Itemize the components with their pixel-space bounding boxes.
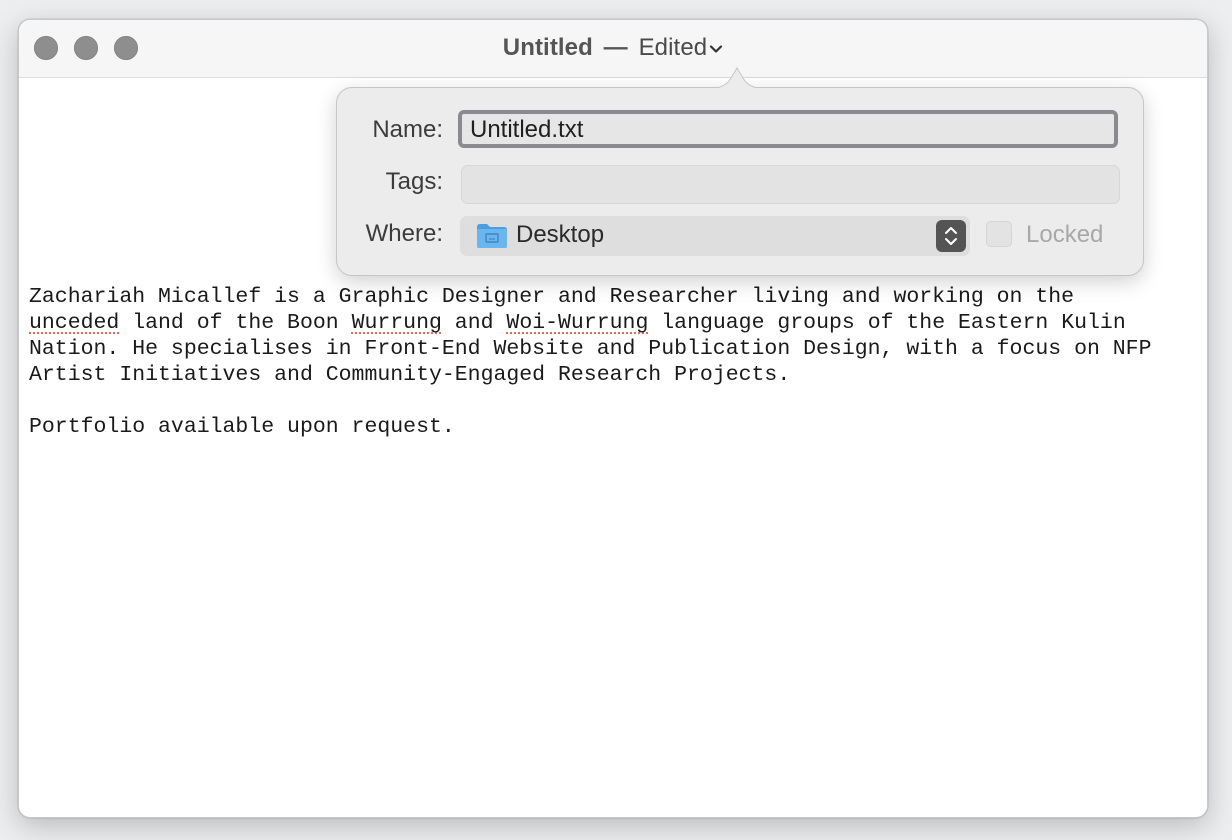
- window-title[interactable]: Untitled — Edited: [19, 34, 1207, 62]
- text-line: unceded land of the Boon Wurrung and Woi…: [29, 310, 1199, 336]
- tags-label: Tags:: [385, 168, 443, 195]
- where-label: Where:: [365, 220, 443, 247]
- document-text-area[interactable]: Zachariah Micallef is a Graphic Designer…: [29, 284, 1199, 440]
- where-selected-value: Desktop: [516, 221, 605, 248]
- save-popover: Name: Untitled.txt Tags: Where: Desktop …: [336, 67, 1144, 276]
- folder-icon: [477, 224, 507, 248]
- text-run: and: [441, 311, 507, 335]
- misspelled-word: unceded: [29, 311, 120, 335]
- locked-label: Locked: [1026, 221, 1104, 248]
- locked-checkbox[interactable]: [986, 221, 1012, 247]
- document-status: Edited: [638, 34, 708, 61]
- popover-arrow: [706, 67, 768, 91]
- up-down-chevron-icon[interactable]: [936, 220, 966, 252]
- text-run: land of the Boon: [119, 311, 352, 335]
- title-bar[interactable]: Untitled — Edited: [19, 20, 1207, 78]
- title-separator: —: [603, 34, 628, 61]
- tags-input[interactable]: [461, 165, 1120, 204]
- name-label: Name:: [372, 116, 443, 143]
- chevron-down-icon[interactable]: [709, 42, 723, 56]
- document-name: Untitled: [502, 34, 593, 61]
- misspelled-word: Woi-Wurrung: [506, 311, 649, 335]
- text-line: Portfolio available upon request.: [29, 415, 455, 439]
- text-line: [29, 388, 1199, 414]
- text-line: Artist Initiatives and Community-Engaged…: [29, 363, 791, 387]
- misspelled-word: Wurrung: [351, 311, 442, 335]
- text-run: language groups of the Eastern Kulin: [648, 311, 1126, 335]
- filename-input[interactable]: Untitled.txt: [458, 110, 1118, 148]
- text-line: Zachariah Micallef is a Graphic Designer…: [29, 285, 1075, 309]
- where-dropdown[interactable]: Desktop: [460, 216, 970, 256]
- text-line: Nation. He specialises in Front-End Webs…: [29, 337, 1152, 361]
